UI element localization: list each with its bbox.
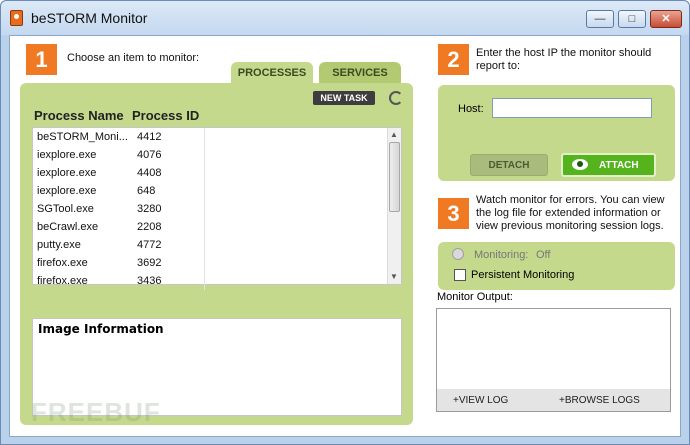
table-row[interactable]: iexplore.exe 4076 [33, 146, 385, 164]
process-name-cell: firefox.exe [37, 257, 88, 269]
step-3-instruction-line2: the log file for extended information or [476, 207, 661, 219]
refresh-icon[interactable] [389, 91, 403, 105]
column-process-name[interactable]: Process Name [34, 108, 124, 123]
process-name-cell: iexplore.exe [37, 185, 97, 197]
process-name-cell: beCrawl.exe [37, 221, 99, 233]
close-button[interactable]: ✕ [650, 10, 682, 28]
process-name-cell: iexplore.exe [37, 149, 97, 161]
attach-button[interactable]: ATTACH [561, 153, 656, 177]
browse-logs-link[interactable]: +BROWSE LOGS [559, 395, 640, 406]
host-input[interactable] [492, 98, 652, 118]
process-name-cell: firefox.exe [37, 275, 88, 287]
maximize-button[interactable]: □ [618, 10, 646, 28]
table-row[interactable]: putty.exe 4772 [33, 236, 385, 254]
step-2-badge: 2 [438, 44, 469, 75]
process-panel: NEW TASK Process Name Process ID beSTORM… [20, 83, 413, 425]
table-row[interactable]: iexplore.exe 648 [33, 182, 385, 200]
process-id-cell: 2208 [137, 221, 162, 233]
step-1-badge: 1 [26, 44, 57, 75]
monitoring-status-indicator [452, 248, 464, 260]
table-row[interactable]: SGTool.exe 3280 [33, 200, 385, 218]
process-id-cell: 4412 [137, 131, 162, 143]
list-scrollbar[interactable]: ▲ ▼ [387, 128, 401, 284]
client-area: 1 Choose an item to monitor: PROCESSES S… [9, 35, 681, 437]
view-log-link[interactable]: +VIEW LOG [453, 395, 508, 406]
detach-button[interactable]: DETACH [470, 154, 548, 176]
column-process-id[interactable]: Process ID [132, 108, 199, 123]
process-name-cell: iexplore.exe [37, 167, 97, 179]
persistent-monitoring-label: Persistent Monitoring [471, 269, 575, 281]
process-id-cell: 648 [137, 185, 156, 197]
monitoring-value: Off [536, 249, 551, 261]
app-window: beSTORM Monitor — □ ✕ 1 Choose an item t… [0, 0, 690, 445]
monitor-output-label: Monitor Output: [437, 291, 513, 303]
step-2-instruction-line2: report to: [476, 60, 521, 72]
step-1-instruction: Choose an item to monitor: [67, 52, 200, 64]
process-name-cell: beSTORM_Moni... [37, 131, 128, 143]
watermark: FREEBUF [31, 397, 161, 427]
step-3-badge: 3 [438, 198, 469, 229]
process-id-cell: 3436 [137, 275, 162, 287]
eye-icon [572, 159, 588, 170]
step-3-instruction-line1: Watch monitor for errors. You can view [476, 194, 665, 206]
minimize-button[interactable]: — [586, 10, 614, 28]
table-row[interactable]: beCrawl.exe 2208 [33, 218, 385, 236]
monitoring-panel: Monitoring: Off Persistent Monitoring [438, 242, 675, 290]
step-3-instruction-line3: view previous monitoring session logs. [476, 220, 664, 232]
process-name-cell: putty.exe [37, 239, 81, 251]
process-id-cell: 3280 [137, 203, 162, 215]
table-row[interactable]: iexplore.exe 4408 [33, 164, 385, 182]
step-2-instruction-line1: Enter the host IP the monitor should [476, 47, 652, 59]
host-label: Host: [458, 103, 484, 115]
window-title: beSTORM Monitor [31, 10, 148, 26]
monitor-output-box: +VIEW LOG +BROWSE LOGS [436, 308, 671, 412]
process-id-cell: 4408 [137, 167, 162, 179]
scrollbar-thumb[interactable] [389, 142, 400, 212]
process-id-cell: 4076 [137, 149, 162, 161]
scroll-up-icon[interactable]: ▲ [390, 130, 398, 139]
image-information-title: Image Information [38, 322, 164, 336]
app-icon [10, 10, 23, 26]
table-row[interactable]: firefox.exe 3436 [33, 272, 385, 290]
scroll-down-icon[interactable]: ▼ [390, 272, 398, 281]
process-name-cell: SGTool.exe [37, 203, 94, 215]
host-panel: Host: DETACH ATTACH [438, 85, 675, 181]
tab-processes[interactable]: PROCESSES [231, 62, 313, 84]
tab-services[interactable]: SERVICES [319, 62, 401, 84]
process-id-cell: 3692 [137, 257, 162, 269]
output-footer: +VIEW LOG +BROWSE LOGS [437, 389, 670, 411]
process-id-cell: 4772 [137, 239, 162, 251]
process-list[interactable]: beSTORM_Moni... 4412 iexplore.exe 4076 iex… [32, 127, 402, 290]
new-task-button[interactable]: NEW TASK [313, 91, 375, 105]
persistent-monitoring-checkbox[interactable] [454, 269, 466, 281]
attach-label: ATTACH [599, 160, 639, 171]
table-row[interactable]: beSTORM_Moni... 4412 [33, 128, 385, 146]
title-bar[interactable]: beSTORM Monitor — □ ✕ [1, 1, 689, 35]
monitoring-label: Monitoring: [474, 249, 529, 261]
table-row[interactable]: firefox.exe 3692 [33, 254, 385, 272]
